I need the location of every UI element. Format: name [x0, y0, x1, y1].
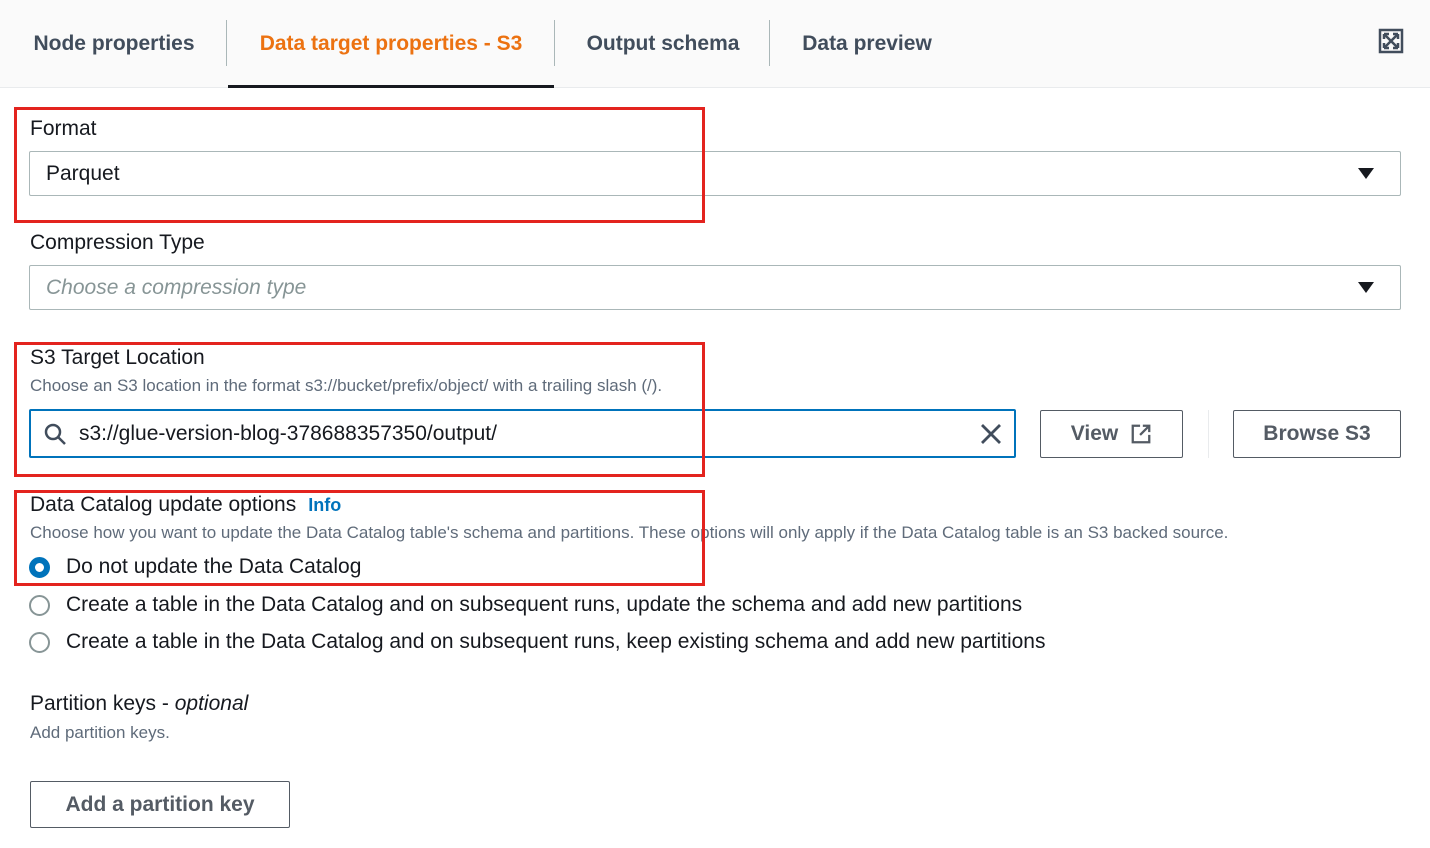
caret-down-icon — [1358, 282, 1374, 293]
compression-placeholder: Choose a compression type — [46, 276, 307, 299]
view-button[interactable]: View — [1040, 410, 1183, 458]
format-label: Format — [30, 117, 97, 140]
radio-label: Create a table in the Data Catalog and o… — [66, 630, 1046, 653]
partition-keys-heading: Partition keys - optional — [30, 692, 249, 715]
catalog-option-update-schema[interactable]: Create a table in the Data Catalog and o… — [29, 593, 1022, 617]
add-partition-key-button[interactable]: Add a partition key — [30, 781, 290, 828]
catalog-options-heading: Data Catalog update options Info — [30, 493, 341, 517]
s3-location-input[interactable] — [79, 419, 959, 449]
info-link[interactable]: Info — [308, 495, 341, 516]
compression-label: Compression Type — [30, 231, 205, 254]
view-button-label: View — [1070, 422, 1119, 445]
tab-divider — [226, 20, 227, 66]
caret-down-icon — [1358, 168, 1374, 179]
tab-data-target-properties[interactable]: Data target properties - S3 — [228, 0, 554, 88]
radio-button[interactable] — [29, 594, 50, 616]
browse-s3-button[interactable]: Browse S3 — [1233, 410, 1401, 458]
s3-location-field[interactable] — [29, 409, 1016, 458]
radio-label: Create a table in the Data Catalog and o… — [66, 593, 1023, 616]
tab-divider — [769, 20, 770, 66]
s3-target-label: S3 Target Location — [30, 346, 205, 369]
tab-output-schema[interactable]: Output schema — [570, 0, 756, 88]
clear-icon[interactable] — [979, 422, 1003, 446]
partition-keys-description: Add partition keys. — [30, 723, 170, 742]
tab-divider — [554, 20, 555, 66]
search-icon — [44, 423, 66, 445]
format-value: Parquet — [46, 162, 120, 185]
expand-icon[interactable] — [1378, 28, 1404, 54]
radio-button[interactable] — [29, 631, 50, 653]
tab-bar: Node properties Data target properties -… — [0, 0, 1430, 88]
compression-select[interactable]: Choose a compression type — [29, 265, 1401, 310]
catalog-options-label: Data Catalog update options — [30, 493, 297, 516]
external-link-icon — [1131, 424, 1151, 444]
tab-data-preview[interactable]: Data preview — [784, 0, 950, 88]
catalog-options-description: Choose how you want to update the Data C… — [30, 523, 1229, 542]
optional-label: optional — [174, 692, 249, 715]
button-divider — [1208, 410, 1209, 458]
catalog-option-no-update[interactable]: Do not update the Data Catalog — [29, 555, 361, 579]
s3-target-description: Choose an S3 location in the format s3:/… — [30, 376, 663, 395]
radio-button[interactable] — [29, 556, 50, 578]
format-select[interactable]: Parquet — [29, 151, 1401, 196]
tab-node-properties[interactable]: Node properties — [16, 0, 212, 88]
catalog-option-keep-schema[interactable]: Create a table in the Data Catalog and o… — [29, 630, 1045, 654]
radio-label: Do not update the Data Catalog — [66, 555, 362, 578]
partition-keys-label: Partition keys — [30, 692, 157, 715]
